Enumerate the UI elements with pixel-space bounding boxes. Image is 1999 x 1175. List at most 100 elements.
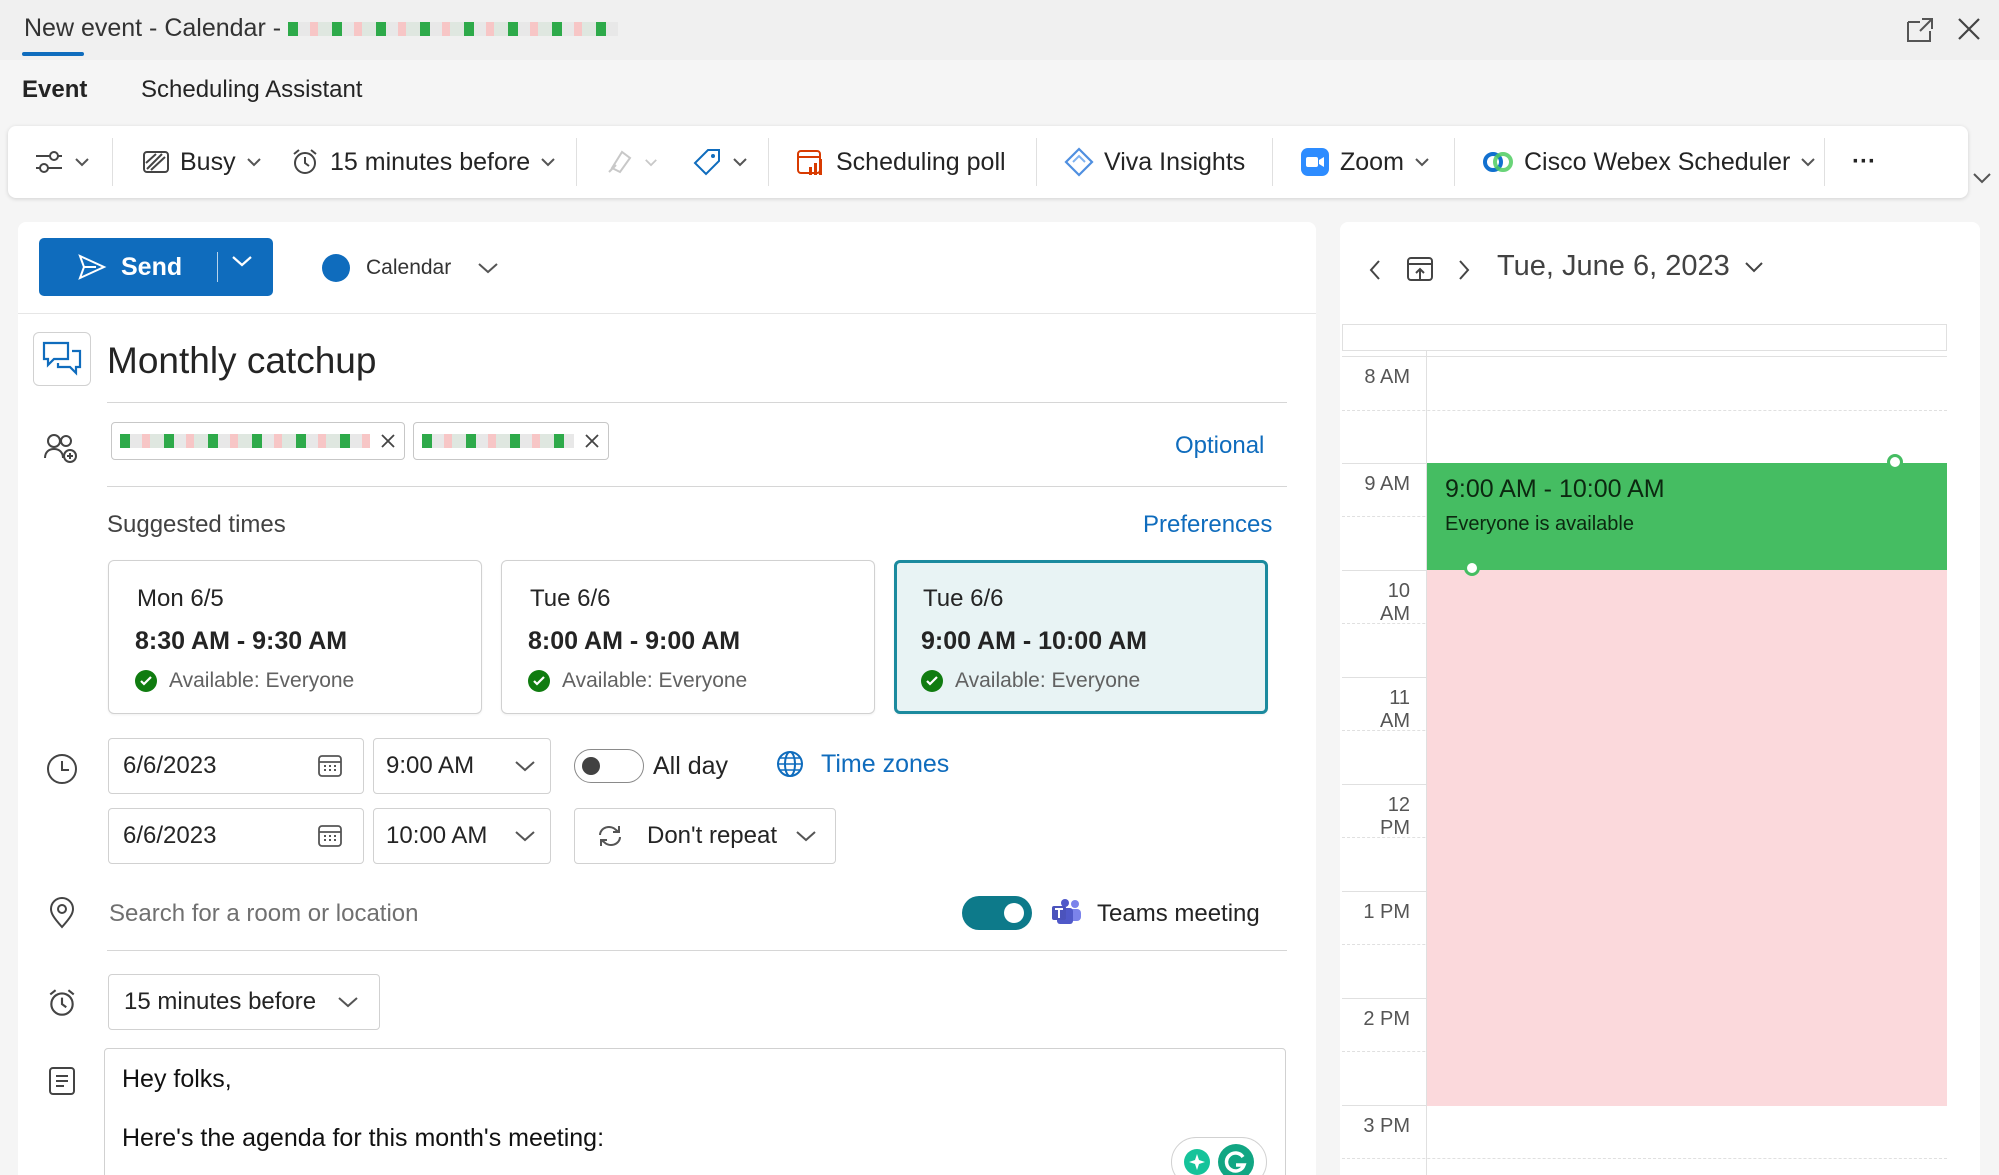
attendee-chip[interactable] xyxy=(413,422,609,460)
chevron-down-icon xyxy=(246,157,262,167)
tab-event[interactable]: Event xyxy=(22,76,87,104)
globe-icon xyxy=(775,749,805,779)
reminder-dropdown[interactable]: 15 minutes before xyxy=(290,126,556,198)
chat-bubbles-icon xyxy=(33,332,91,386)
send-button[interactable]: Send xyxy=(39,238,273,296)
popout-icon[interactable] xyxy=(1905,16,1935,44)
start-date-field[interactable]: 6/6/2023 xyxy=(108,738,364,794)
webex-scheduler-dropdown[interactable]: Cisco Webex Scheduler xyxy=(1482,126,1816,198)
go-to-today-icon[interactable] xyxy=(1405,254,1435,284)
sparkle-icon xyxy=(1182,1147,1212,1175)
suggestion-day: Tue 6/6 xyxy=(530,585,611,612)
location-search-input[interactable]: Search for a room or location xyxy=(109,900,418,928)
suggestion-availability: Available: Everyone xyxy=(921,669,1140,693)
hour-label: 2 PM xyxy=(1363,1008,1410,1030)
end-time-dropdown[interactable]: 10:00 AM xyxy=(373,808,551,864)
suggestion-day: Mon 6/5 xyxy=(137,585,224,612)
availability-text: Available: Everyone xyxy=(169,669,355,692)
show-as-busy-dropdown[interactable]: Busy xyxy=(142,126,262,198)
chevron-down-icon xyxy=(514,759,536,773)
all-day-toggle[interactable] xyxy=(574,749,644,783)
hour-label: 11 AM xyxy=(1380,687,1410,732)
time-zones-label: Time zones xyxy=(821,749,950,778)
availability-text: Available: Everyone xyxy=(562,669,748,692)
remove-attendee-icon[interactable] xyxy=(584,433,600,449)
attendee-chip[interactable] xyxy=(111,422,405,460)
zoom-label: Zoom xyxy=(1340,147,1404,176)
grid-line xyxy=(1342,350,1947,351)
zoom-icon xyxy=(1300,147,1330,177)
start-time-value: 9:00 AM xyxy=(386,752,475,779)
check-circle-icon xyxy=(135,670,157,692)
categorize-dropdown[interactable] xyxy=(692,126,748,198)
expand-ribbon-icon[interactable] xyxy=(1972,172,1992,184)
chevron-down-icon xyxy=(1414,157,1430,167)
close-icon[interactable] xyxy=(1956,16,1982,42)
location-pin-icon xyxy=(48,897,76,929)
event-block-time: 9:00 AM - 10:00 AM xyxy=(1445,475,1665,503)
redacted-account xyxy=(288,22,619,37)
hour-label: 12 PM xyxy=(1380,794,1410,839)
scheduling-poll-button[interactable]: Scheduling poll xyxy=(796,126,1006,198)
toolbar-separator xyxy=(1272,138,1273,186)
send-icon xyxy=(77,253,107,281)
sliders-icon xyxy=(34,149,64,175)
toggle-knob xyxy=(582,757,600,775)
remove-attendee-icon[interactable] xyxy=(380,433,396,449)
half-hour-line xyxy=(1342,410,1947,411)
teams-meeting-toggle[interactable] xyxy=(962,896,1032,930)
chevron-left-icon[interactable] xyxy=(1367,258,1383,282)
chevron-down-icon xyxy=(514,829,536,843)
send-options-chevron-icon[interactable] xyxy=(231,254,253,268)
end-date-field[interactable]: 6/6/2023 xyxy=(108,808,364,864)
toolbar-separator xyxy=(1824,138,1825,186)
suggested-time-card[interactable]: Tue 6/6 8:00 AM - 9:00 AM Available: Eve… xyxy=(501,560,875,714)
eraser-icon xyxy=(606,148,634,176)
grammarly-widget[interactable] xyxy=(1171,1137,1267,1175)
options-button[interactable] xyxy=(34,126,90,198)
event-block-status: Everyone is available xyxy=(1445,513,1634,535)
preferences-link[interactable]: Preferences xyxy=(1143,511,1272,539)
grammarly-icon xyxy=(1216,1142,1256,1175)
busy-time-block xyxy=(1427,570,1947,1106)
viva-insights-button[interactable]: Viva Insights xyxy=(1064,126,1245,198)
zoom-dropdown[interactable]: Zoom xyxy=(1300,126,1430,198)
body-text-line: Hey folks, xyxy=(122,1065,232,1093)
more-options-button[interactable]: ··· xyxy=(1852,126,1876,198)
date-picker-dropdown[interactable]: Tue, June 6, 2023 xyxy=(1497,250,1764,283)
divider xyxy=(107,950,1287,951)
divider xyxy=(107,402,1287,403)
chevron-down-icon xyxy=(1744,261,1764,273)
tab-scheduling-assistant[interactable]: Scheduling Assistant xyxy=(141,76,362,104)
resize-handle-bottom[interactable] xyxy=(1464,560,1480,576)
calendar-selector[interactable]: Calendar xyxy=(322,254,499,282)
repeat-dropdown[interactable]: Don't repeat xyxy=(574,808,836,864)
ribbon-toolbar: Busy 15 minutes before Scheduling poll V… xyxy=(8,126,1968,198)
optional-attendees-link[interactable]: Optional xyxy=(1175,432,1264,460)
calendar-icon[interactable] xyxy=(317,753,343,779)
suggestion-time: 8:00 AM - 9:00 AM xyxy=(528,627,741,655)
clock-icon xyxy=(45,752,79,786)
suggestion-day: Tue 6/6 xyxy=(923,585,1004,612)
toolbar-separator xyxy=(1454,138,1455,186)
suggested-time-card-selected[interactable]: Tue 6/6 9:00 AM - 10:00 AM Available: Ev… xyxy=(894,560,1268,714)
new-event-block[interactable]: 9:00 AM - 10:00 AM Everyone is available xyxy=(1427,454,1947,576)
event-body-editor[interactable]: Hey folks, Here's the agenda for this mo… xyxy=(104,1048,1286,1175)
time-zones-link[interactable]: Time zones xyxy=(775,749,949,779)
event-title-input[interactable]: Monthly catchup xyxy=(107,340,376,382)
hour-label: 3 PM xyxy=(1363,1115,1410,1137)
start-time-dropdown[interactable]: 9:00 AM xyxy=(373,738,551,794)
suggested-time-card[interactable]: Mon 6/5 8:30 AM - 9:30 AM Available: Eve… xyxy=(108,560,482,714)
resize-handle-top[interactable] xyxy=(1887,454,1903,470)
chevron-down-icon xyxy=(477,261,499,275)
all-day-events-row[interactable] xyxy=(1342,324,1947,350)
reminder-dropdown-field[interactable]: 15 minutes before xyxy=(108,974,380,1030)
body-text-line: Here's the agenda for this month's meeti… xyxy=(122,1124,605,1152)
hour-label: 8 AM xyxy=(1364,366,1410,388)
calendar-icon[interactable] xyxy=(317,823,343,849)
hour-label: 9 AM xyxy=(1364,473,1410,495)
chevron-right-icon[interactable] xyxy=(1456,258,1472,282)
all-day-label: All day xyxy=(653,752,729,780)
format-painter-button[interactable] xyxy=(606,126,658,198)
divider xyxy=(107,486,1287,487)
